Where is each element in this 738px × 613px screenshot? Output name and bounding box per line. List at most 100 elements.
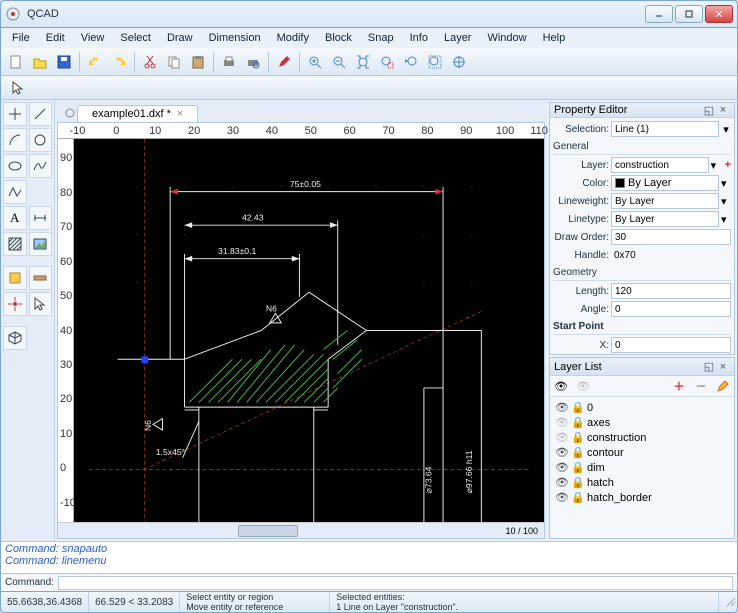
- visibility-icon[interactable]: 👁: [555, 431, 567, 444]
- redo-icon[interactable]: [108, 51, 130, 73]
- isometric-tool-icon[interactable]: [3, 326, 27, 350]
- modify-tool-icon[interactable]: [29, 266, 53, 290]
- lock-icon[interactable]: 🔒: [571, 431, 583, 444]
- edit-layer-button[interactable]: [714, 378, 732, 394]
- length-input[interactable]: 120: [611, 283, 731, 299]
- scrollbar-thumb[interactable]: [238, 525, 298, 537]
- cut-icon[interactable]: [139, 51, 161, 73]
- lock-icon[interactable]: 🔒: [571, 416, 583, 429]
- lineweight-dropdown[interactable]: By Layer: [611, 193, 719, 209]
- menu-edit[interactable]: Edit: [39, 30, 72, 46]
- layer-dropdown[interactable]: construction: [611, 157, 709, 173]
- line-tool-icon[interactable]: [29, 102, 53, 126]
- add-layer-icon[interactable]: +: [725, 159, 731, 171]
- polyline-tool-icon[interactable]: [3, 180, 27, 204]
- minimize-button[interactable]: [645, 5, 673, 23]
- document-tab[interactable]: example01.dxf * ×: [77, 105, 198, 122]
- snap-tool-icon[interactable]: [3, 292, 27, 316]
- zoom-in-icon[interactable]: [304, 51, 326, 73]
- paste-icon[interactable]: [187, 51, 209, 73]
- maximize-button[interactable]: [675, 5, 703, 23]
- circle-tool-icon[interactable]: [29, 128, 53, 152]
- spline-tool-icon[interactable]: [29, 154, 53, 178]
- menu-help[interactable]: Help: [536, 30, 573, 46]
- handle-value: 0x70: [611, 247, 731, 263]
- visibility-icon[interactable]: 👁: [555, 461, 567, 474]
- zoom-selection-icon[interactable]: [376, 51, 398, 73]
- dimension-tool-icon[interactable]: [29, 206, 53, 230]
- print-icon[interactable]: [218, 51, 240, 73]
- selection-dropdown[interactable]: Line (1): [611, 121, 719, 137]
- zoom-extents-icon[interactable]: [352, 51, 374, 73]
- menu-block[interactable]: Block: [318, 30, 359, 46]
- color-dropdown[interactable]: By Layer: [611, 175, 719, 191]
- layer-item[interactable]: 👁🔒contour: [553, 445, 731, 460]
- tab-close-icon[interactable]: ×: [177, 108, 183, 120]
- pointer-tool-icon[interactable]: [7, 77, 29, 99]
- layer-panel-undock-icon[interactable]: ◱: [702, 360, 716, 374]
- select-tool-icon[interactable]: [29, 292, 53, 316]
- ellipse-tool-icon[interactable]: [3, 154, 27, 178]
- menu-dimension[interactable]: Dimension: [202, 30, 268, 46]
- close-button[interactable]: [705, 5, 733, 23]
- lock-icon[interactable]: 🔒: [571, 491, 583, 504]
- arc-tool-icon[interactable]: [3, 128, 27, 152]
- block-tool-icon[interactable]: [3, 266, 27, 290]
- layer-item[interactable]: 👁🔒0: [553, 400, 731, 415]
- open-file-icon[interactable]: [29, 51, 51, 73]
- zoom-out-icon[interactable]: [328, 51, 350, 73]
- pan-icon[interactable]: [448, 51, 470, 73]
- command-input[interactable]: [58, 576, 733, 590]
- angle-input[interactable]: 0: [611, 301, 731, 317]
- point-tool-icon[interactable]: [3, 102, 27, 126]
- layer-item[interactable]: 👁🔒axes: [553, 415, 731, 430]
- lock-icon[interactable]: 🔒: [571, 461, 583, 474]
- lock-icon[interactable]: 🔒: [571, 476, 583, 489]
- visibility-icon[interactable]: 👁: [555, 491, 567, 504]
- layer-item[interactable]: 👁🔒hatch: [553, 475, 731, 490]
- visibility-icon[interactable]: 👁: [555, 446, 567, 459]
- tab-home-icon[interactable]: [63, 104, 77, 122]
- draworder-input[interactable]: 30: [611, 229, 731, 245]
- show-all-layers-icon[interactable]: 👁: [552, 378, 570, 394]
- add-layer-button[interactable]: ＋: [670, 378, 688, 394]
- edit-tool-icon[interactable]: [273, 51, 295, 73]
- layer-item[interactable]: 👁🔒hatch_border: [553, 490, 731, 505]
- menu-view[interactable]: View: [74, 30, 112, 46]
- zoom-window-icon[interactable]: [424, 51, 446, 73]
- menu-layer[interactable]: Layer: [437, 30, 479, 46]
- layer-panel-close-icon[interactable]: ×: [716, 360, 730, 374]
- visibility-icon[interactable]: 👁: [555, 476, 567, 489]
- new-file-icon[interactable]: [5, 51, 27, 73]
- lock-icon[interactable]: 🔒: [571, 401, 583, 414]
- hatch-tool-icon[interactable]: [3, 232, 27, 256]
- visibility-icon[interactable]: 👁: [555, 416, 567, 429]
- save-file-icon[interactable]: [53, 51, 75, 73]
- linetype-dropdown[interactable]: By Layer: [611, 211, 719, 227]
- resize-grip[interactable]: [719, 592, 737, 612]
- drawing-canvas[interactable]: 75±0.05 42.43 31.83±0.1: [74, 139, 544, 522]
- layer-item[interactable]: 👁🔒construction: [553, 430, 731, 445]
- start-x-input[interactable]: 0: [611, 337, 731, 353]
- menu-draw[interactable]: Draw: [160, 30, 200, 46]
- remove-layer-button[interactable]: －: [692, 378, 710, 394]
- panel-close-icon[interactable]: ×: [716, 103, 730, 117]
- menu-info[interactable]: Info: [403, 30, 435, 46]
- text-tool-icon[interactable]: A: [3, 206, 27, 230]
- menu-window[interactable]: Window: [480, 30, 533, 46]
- undo-icon[interactable]: [84, 51, 106, 73]
- visibility-icon[interactable]: 👁: [555, 401, 567, 414]
- zoom-previous-icon[interactable]: [400, 51, 422, 73]
- panel-undock-icon[interactable]: ◱: [702, 103, 716, 117]
- image-tool-icon[interactable]: [29, 232, 53, 256]
- print-preview-icon[interactable]: [242, 51, 264, 73]
- menu-file[interactable]: File: [5, 30, 37, 46]
- copy-icon[interactable]: [163, 51, 185, 73]
- horizontal-scrollbar[interactable]: 10 / 100: [58, 522, 544, 538]
- menu-snap[interactable]: Snap: [361, 30, 401, 46]
- layer-item[interactable]: 👁🔒dim: [553, 460, 731, 475]
- lock-icon[interactable]: 🔒: [571, 446, 583, 459]
- menu-select[interactable]: Select: [113, 30, 158, 46]
- hide-all-layers-icon[interactable]: 👁: [574, 378, 592, 394]
- menu-modify[interactable]: Modify: [270, 30, 316, 46]
